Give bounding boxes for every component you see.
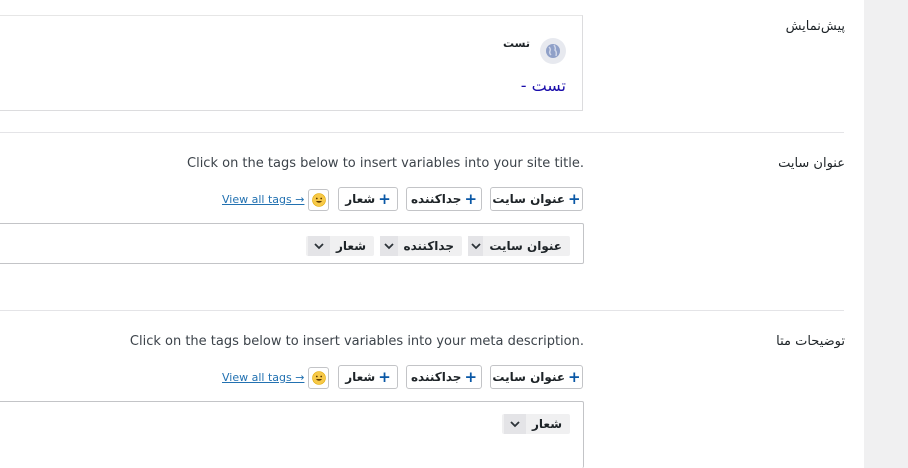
chevron-down-icon[interactable] [380,236,398,256]
meta-description-description: Click on the tags below to insert variab… [129,334,584,349]
insert-site-title-tag-button[interactable]: + عنوان سایت [490,187,583,211]
site-title-label: عنوان سایت [778,156,845,171]
plus-icon: + [464,367,478,386]
plus-icon: + [568,189,581,208]
plus-icon: + [568,367,581,386]
insert-separator-tag-button[interactable]: + جداکننده [406,187,482,211]
preview-label: پیش‌نمایش [785,19,845,34]
plus-icon: + [378,189,391,208]
section-divider [0,310,844,311]
tag-chip-separator[interactable]: جداکننده [380,236,462,256]
meta-description-input[interactable]: شعار [0,401,584,468]
insert-tagline-tag-button[interactable]: + شعار [338,365,398,389]
view-all-tags-link[interactable]: View all tags → [222,193,304,206]
tag-chip-site-title[interactable]: عنوان سایت [468,236,570,256]
insert-site-title-tag-button[interactable]: + عنوان سایت [490,365,583,389]
section-divider [0,132,844,133]
preview-title[interactable]: تست - [521,76,566,95]
preview-site-name: تست [503,37,530,50]
site-title-description: Click on the tags below to insert variab… [187,156,584,171]
smiley-emoji-icon[interactable] [308,189,329,211]
insert-separator-tag-button[interactable]: + جداکننده [406,365,482,389]
globe-icon [540,38,566,64]
admin-side-strip [864,0,908,468]
chevron-down-icon[interactable] [504,414,526,434]
chevron-down-icon[interactable] [468,236,484,256]
chevron-down-icon[interactable] [308,236,330,256]
search-preview-box [0,15,583,111]
tag-chip-tagline[interactable]: شعار [502,414,570,434]
view-all-tags-link[interactable]: View all tags → [222,371,304,384]
meta-description-label: توضیحات متا [776,334,845,349]
site-title-input[interactable]: عنوان سایت جداکننده شعار [0,223,584,264]
insert-tagline-tag-button[interactable]: + شعار [338,187,398,211]
plus-icon: + [464,189,478,208]
smiley-emoji-icon[interactable] [308,367,329,389]
plus-icon: + [378,367,391,386]
tag-chip-tagline[interactable]: شعار [306,236,374,256]
